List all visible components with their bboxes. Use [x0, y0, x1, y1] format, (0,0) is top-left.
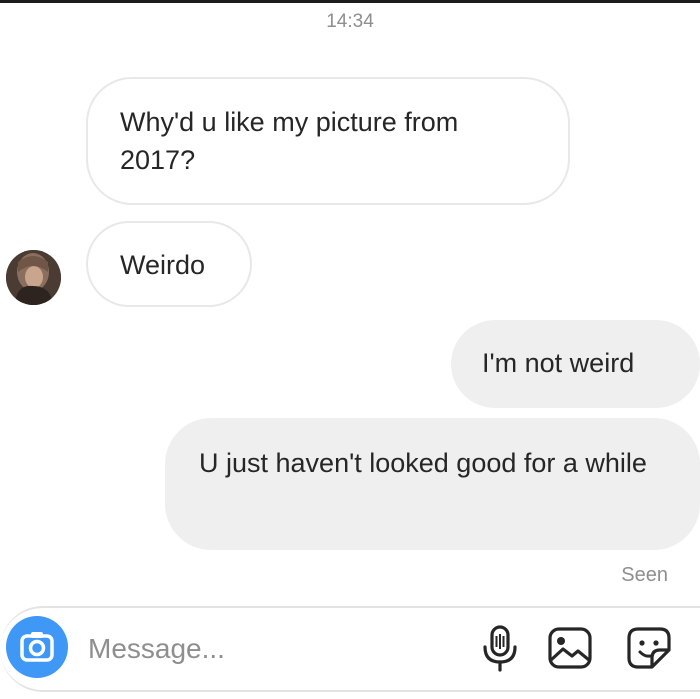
gallery-button[interactable]: [547, 624, 593, 672]
top-border: [0, 0, 700, 3]
camera-icon: [20, 632, 54, 662]
sticker-button[interactable]: [626, 624, 672, 672]
microphone-icon: [483, 625, 517, 672]
message-bubble-outgoing[interactable]: I'm not weird: [451, 320, 700, 408]
message-bubble-outgoing[interactable]: U just haven't looked good for a while: [165, 418, 700, 550]
gallery-icon: [548, 627, 592, 669]
message-timestamp: 14:34: [326, 11, 374, 32]
seen-receipt: Seen: [621, 564, 668, 586]
microphone-button[interactable]: [477, 624, 523, 672]
avatar-photo: [6, 250, 61, 305]
camera-button[interactable]: [6, 616, 68, 678]
message-bubble-incoming[interactable]: Why'd u like my picture from 2017?: [86, 77, 570, 205]
message-input[interactable]: [88, 629, 418, 669]
message-bubble-incoming[interactable]: Weirdo: [86, 221, 252, 307]
avatar[interactable]: [6, 250, 61, 305]
sticker-icon: [627, 627, 671, 669]
